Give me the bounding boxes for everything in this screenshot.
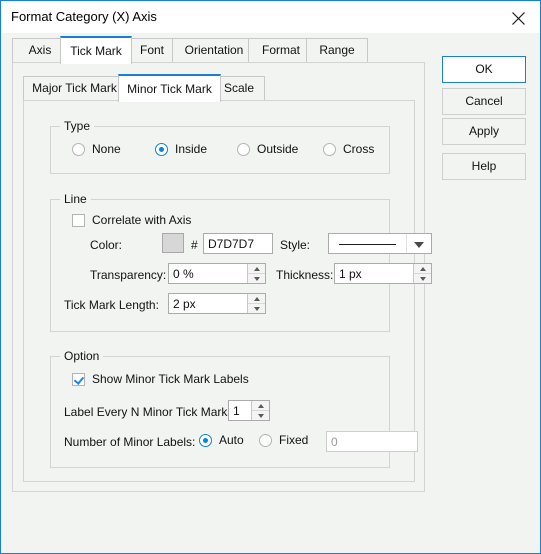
- tick-mark-length-value: 2 px: [173, 296, 196, 311]
- correlate-checkbox-indicator: [72, 213, 85, 227]
- minor-tick-mark-panel: Type None Inside Outside Cross Line Corr…: [23, 100, 432, 482]
- color-label: Color:: [90, 238, 123, 252]
- show-labels-checkbox-indicator: [72, 372, 85, 386]
- help-button[interactable]: Help: [442, 153, 526, 180]
- radio-number-labels-auto[interactable]: Auto: [199, 433, 244, 447]
- tick-length-spin-down-icon[interactable]: [248, 304, 265, 313]
- label-every-n-spinner-buttons: [251, 401, 269, 420]
- line-group: Line Correlate with Axis Color: # D7D7D7…: [50, 192, 432, 332]
- format-category-x-axis-dialog: Format Category (X) Axis Axis Tick Mark …: [0, 0, 541, 554]
- thickness-label: Thickness:: [276, 268, 334, 282]
- tab-tick-mark[interactable]: Tick Mark: [60, 36, 132, 64]
- subtab-major-tick-mark[interactable]: Major Tick Mark: [23, 76, 126, 101]
- ok-button[interactable]: OK: [442, 56, 526, 83]
- transparency-spin-up-icon[interactable]: [248, 264, 265, 274]
- transparency-spin-down-icon[interactable]: [248, 274, 265, 283]
- radio-outside-indicator: [237, 142, 250, 156]
- checkbox-correlate-with-axis[interactable]: Correlate with Axis: [72, 213, 191, 227]
- radio-inside-label: Inside: [175, 142, 208, 156]
- sub-tab-strip: Major Tick Mark Minor Tick Mark Scale: [23, 74, 415, 102]
- tab-orientation[interactable]: Orientation: [172, 38, 256, 63]
- option-group-title: Option: [60, 349, 104, 363]
- thickness-value: 1 px: [339, 266, 362, 281]
- radio-inside-indicator: [155, 142, 168, 156]
- radio-auto-indicator: [199, 433, 212, 447]
- thickness-spinner[interactable]: 1 px: [334, 263, 432, 284]
- option-group: Option Show Minor Tick Mark Labels Label…: [50, 349, 418, 468]
- radio-cross-label: Cross: [343, 142, 375, 156]
- radio-type-inside[interactable]: Inside: [155, 142, 207, 156]
- tick-mark-length-label: Tick Mark Length:: [64, 298, 159, 312]
- type-group: Type None Inside Outside Cross: [50, 119, 390, 174]
- radio-none-label: None: [92, 142, 121, 156]
- transparency-spinner-buttons: [247, 264, 265, 283]
- line-group-title: Line: [60, 192, 91, 206]
- line-style-combo[interactable]: [328, 233, 432, 254]
- close-button[interactable]: [496, 2, 540, 33]
- show-labels-checkbox-label: Show Minor Tick Mark Labels: [92, 372, 249, 386]
- thickness-spinner-buttons: [413, 264, 431, 283]
- transparency-spinner[interactable]: 0 %: [168, 263, 266, 284]
- correlate-checkbox-label: Correlate with Axis: [92, 213, 192, 227]
- radio-type-cross[interactable]: Cross: [323, 142, 374, 156]
- label-every-spin-down-icon[interactable]: [252, 411, 269, 420]
- radio-type-none[interactable]: None: [72, 142, 121, 156]
- cancel-button[interactable]: Cancel: [442, 88, 526, 115]
- radio-type-outside[interactable]: Outside: [237, 142, 298, 156]
- apply-button[interactable]: Apply: [442, 118, 526, 145]
- label-every-spin-up-icon[interactable]: [252, 401, 269, 411]
- subtab-minor-tick-mark[interactable]: Minor Tick Mark: [118, 74, 221, 102]
- radio-number-labels-fixed[interactable]: Fixed: [259, 433, 308, 447]
- transparency-value: 0 %: [173, 266, 194, 281]
- main-tab-strip: Axis Tick Mark Font Orientation Format R…: [12, 36, 425, 64]
- tab-format[interactable]: Format: [248, 38, 314, 63]
- label-every-n-spinner[interactable]: 1: [228, 400, 270, 421]
- fixed-number-input[interactable]: 0: [326, 431, 418, 452]
- tab-range[interactable]: Range: [306, 38, 368, 63]
- style-label: Style:: [280, 238, 311, 252]
- radio-fixed-label: Fixed: [279, 433, 309, 447]
- tick-length-spin-up-icon[interactable]: [248, 294, 265, 304]
- hash-symbol: #: [191, 238, 198, 252]
- radio-auto-label: Auto: [219, 433, 244, 447]
- radio-cross-indicator: [323, 142, 336, 156]
- tick-mark-length-spinner-buttons: [247, 294, 265, 313]
- transparency-label: Transparency:: [90, 268, 167, 282]
- number-of-minor-labels-label: Number of Minor Labels:: [64, 435, 196, 449]
- dialog-title: Format Category (X) Axis: [11, 9, 157, 24]
- tick-mark-panel: Major Tick Mark Minor Tick Mark Scale Ty…: [12, 62, 432, 492]
- tick-mark-length-spinner[interactable]: 2 px: [168, 293, 266, 314]
- radio-fixed-indicator: [259, 433, 272, 447]
- chevron-down-icon: [406, 234, 431, 253]
- solid-line-preview-icon: [329, 234, 406, 253]
- color-swatch[interactable]: [162, 233, 184, 253]
- label-every-n-value: 1: [233, 403, 240, 418]
- radio-outside-label: Outside: [257, 142, 299, 156]
- checkbox-show-minor-tick-mark-labels[interactable]: Show Minor Tick Mark Labels: [72, 372, 249, 386]
- thickness-spin-down-icon[interactable]: [414, 274, 431, 283]
- label-every-n-label: Label Every N Minor Tick Marks:: [64, 405, 237, 419]
- radio-none-indicator: [72, 142, 85, 156]
- thickness-spin-up-icon[interactable]: [414, 264, 431, 274]
- color-hex-input[interactable]: D7D7D7: [203, 233, 273, 254]
- type-group-title: Type: [60, 119, 95, 133]
- title-bar: Format Category (X) Axis: [2, 2, 540, 33]
